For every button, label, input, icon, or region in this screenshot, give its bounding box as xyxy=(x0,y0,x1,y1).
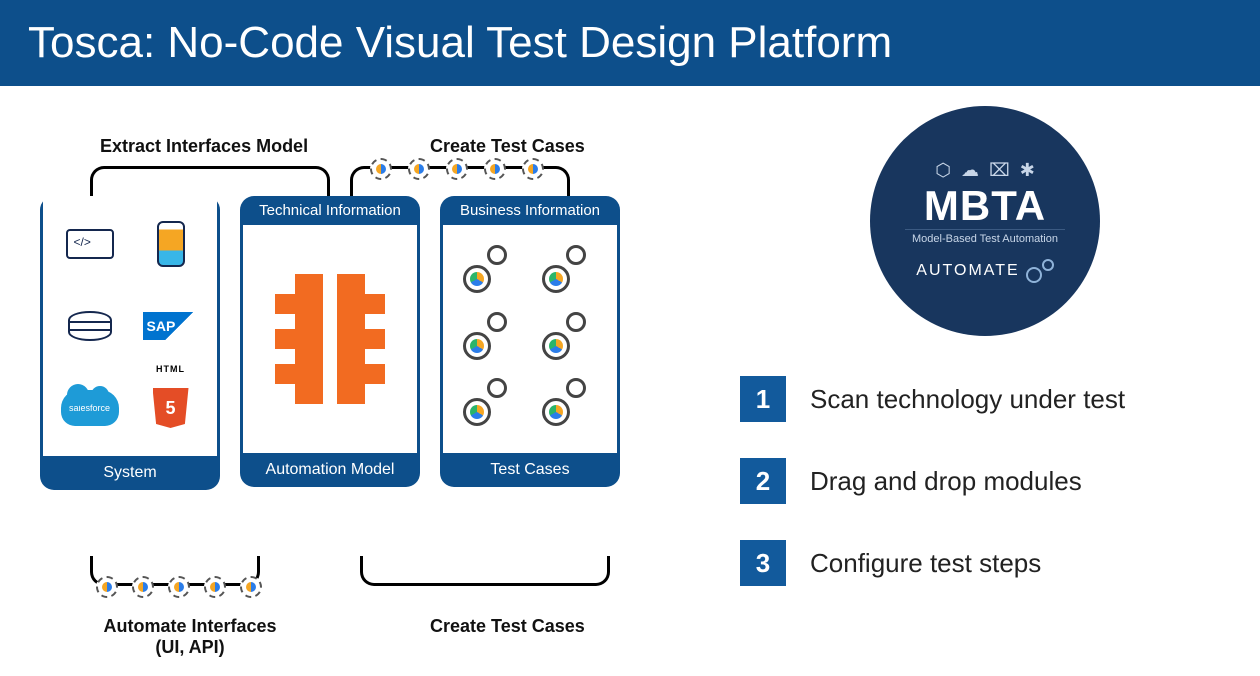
card-biz-header: Business Information xyxy=(440,196,620,225)
card-automation-model: Technical Information Automation Model xyxy=(240,196,420,487)
step-number: 3 xyxy=(740,540,786,586)
card-system: SAP salesforce HTML5 System xyxy=(40,196,220,490)
mbta-icon-row: ⬡ ☁ ⌧ ✱ xyxy=(935,160,1035,181)
mbta-title: MBTA xyxy=(924,185,1046,227)
gear-pair-icon xyxy=(542,312,590,360)
salesforce-icon: salesforce xyxy=(59,376,120,440)
gear-row-top xyxy=(370,158,544,180)
card-tech-body xyxy=(240,225,420,453)
workflow-diagram: Extract Interfaces Model Create Test Cas… xyxy=(30,136,670,676)
gear-pair-icon xyxy=(542,245,590,293)
sap-icon: SAP xyxy=(140,294,201,358)
card-test-cases: Business Information Test Cases xyxy=(440,196,620,487)
gear-icon xyxy=(522,158,544,180)
steps-list: 1 Scan technology under test 2 Drag and … xyxy=(740,376,1240,586)
right-panel: ⬡ ☁ ⌧ ✱ MBTA Model-Based Test Automation… xyxy=(740,106,1240,586)
mbta-badge: ⬡ ☁ ⌧ ✱ MBTA Model-Based Test Automation… xyxy=(870,106,1100,336)
slide-title: Tosca: No-Code Visual Test Design Platfo… xyxy=(28,18,892,67)
card-biz-footer: Test Cases xyxy=(440,453,620,487)
gear-icon xyxy=(132,576,154,598)
step-text: Scan technology under test xyxy=(810,384,1125,415)
step-1: 1 Scan technology under test xyxy=(740,376,1240,422)
mbta-automate-text: AUTOMATE xyxy=(916,262,1019,280)
card-biz-body xyxy=(440,225,620,453)
gear-icon xyxy=(446,158,468,180)
label-automate-line2: (UI, API) xyxy=(90,637,290,658)
step-text: Configure test steps xyxy=(810,548,1041,579)
mbta-automate: AUTOMATE xyxy=(916,259,1053,283)
connector-bottom-right xyxy=(360,556,610,586)
database-icon xyxy=(59,294,120,358)
cloud-icon: ☁ xyxy=(961,160,979,181)
gear-pair-icon xyxy=(463,312,511,360)
code-tag-icon xyxy=(59,212,120,276)
card-system-footer: System xyxy=(40,456,220,490)
automation-model-icon xyxy=(275,274,385,404)
mobile-icon xyxy=(140,212,201,276)
step-text: Drag and drop modules xyxy=(810,466,1082,497)
gear-icon xyxy=(408,158,430,180)
gear-pair-icon xyxy=(463,378,511,426)
label-automate-line1: Automate Interfaces xyxy=(90,616,290,637)
gear-icon xyxy=(204,576,226,598)
card-tech-footer: Automation Model xyxy=(240,453,420,487)
gear-row-bottom xyxy=(96,576,262,598)
gear-pair-icon xyxy=(463,245,511,293)
card-tech-header: Technical Information xyxy=(240,196,420,225)
step-number: 2 xyxy=(740,458,786,504)
devices-icon: ⌧ xyxy=(989,160,1010,181)
mbta-subtitle: Model-Based Test Automation xyxy=(905,229,1065,245)
html5-icon: HTML5 xyxy=(140,376,201,440)
asterisk-icon: ✱ xyxy=(1020,160,1035,181)
gear-icon xyxy=(240,576,262,598)
connector-top-left xyxy=(90,166,330,196)
step-2: 2 Drag and drop modules xyxy=(740,458,1240,504)
gear-icon xyxy=(168,576,190,598)
gear-icon xyxy=(484,158,506,180)
gear-icon xyxy=(96,576,118,598)
label-automate: Automate Interfaces (UI, API) xyxy=(90,616,290,658)
slide-content: Extract Interfaces Model Create Test Cas… xyxy=(0,86,1260,672)
gear-icon xyxy=(370,158,392,180)
label-extract: Extract Interfaces Model xyxy=(100,136,308,157)
step-number: 1 xyxy=(740,376,786,422)
label-create-bottom: Create Test Cases xyxy=(430,616,585,637)
card-system-body: SAP salesforce HTML5 xyxy=(40,196,220,456)
step-3: 3 Configure test steps xyxy=(740,540,1240,586)
slide-header: Tosca: No-Code Visual Test Design Platfo… xyxy=(0,0,1260,86)
label-create-top: Create Test Cases xyxy=(430,136,585,157)
html5-outline-icon: ⬡ xyxy=(935,160,951,181)
gears-icon xyxy=(1026,259,1054,283)
gear-pair-icon xyxy=(542,378,590,426)
